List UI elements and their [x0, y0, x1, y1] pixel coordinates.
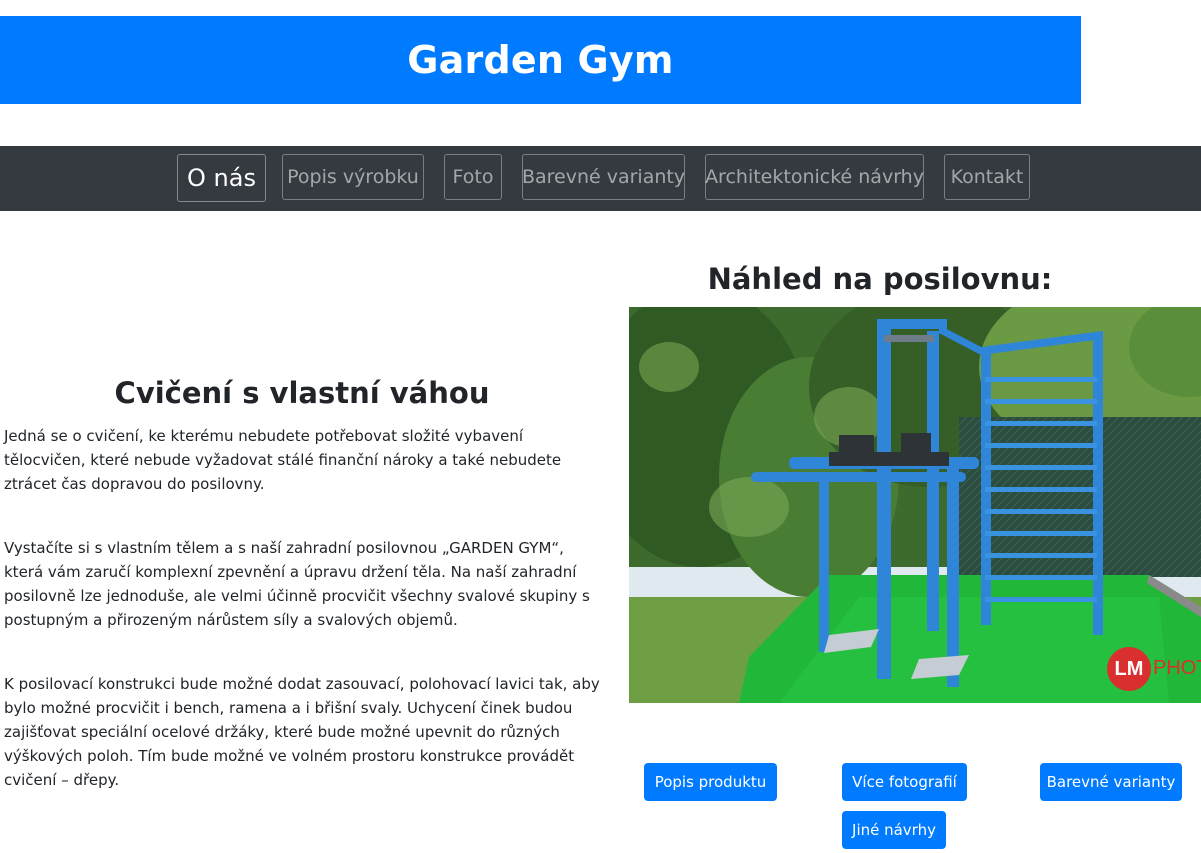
watermark-text: PHOTO: [1153, 657, 1201, 679]
nav-item-kontakt[interactable]: Kontakt: [944, 154, 1030, 200]
nav-item-barevne-varianty[interactable]: Barevné varianty: [522, 154, 685, 200]
preview-heading: Náhled na posilovnu:: [707, 262, 1053, 296]
nav-item-architektonicke-navrhy[interactable]: Architektonické návrhy: [705, 154, 924, 200]
about-section: Cvičení s vlastní váhou Jedná se o cviče…: [4, 376, 600, 789]
site-banner: Garden Gym: [0, 16, 1081, 104]
paragraph-3: K posilovací konstrukci bude možné dodat…: [4, 675, 600, 789]
nav-item-o-nas[interactable]: O nás: [177, 154, 266, 202]
paragraph-1: Jedná se o cvičení, ke kterému nebudete …: [4, 427, 562, 493]
nav-item-foto[interactable]: Foto: [444, 154, 502, 200]
color-variants-button[interactable]: Barevné varianty: [1040, 763, 1182, 801]
section-heading: Cvičení s vlastní váhou: [114, 376, 490, 410]
paragraph-2: Vystačíte si s vlastním tělem a s naší z…: [4, 539, 590, 629]
gym-photo-illustration: [629, 307, 1201, 703]
more-photos-button[interactable]: Více fotografií: [842, 763, 967, 801]
main-navbar: O nás Popis výrobku Foto Barevné variant…: [0, 146, 1201, 211]
gym-photo: LM PHOTO: [629, 307, 1201, 703]
product-description-button[interactable]: Popis produktu: [644, 763, 777, 801]
other-designs-button[interactable]: Jiné návrhy: [842, 811, 946, 849]
watermark-badge: LM: [1107, 647, 1151, 691]
nav-item-popis-vyrobku[interactable]: Popis výrobku: [282, 154, 424, 200]
site-title: Garden Gym: [407, 38, 674, 82]
